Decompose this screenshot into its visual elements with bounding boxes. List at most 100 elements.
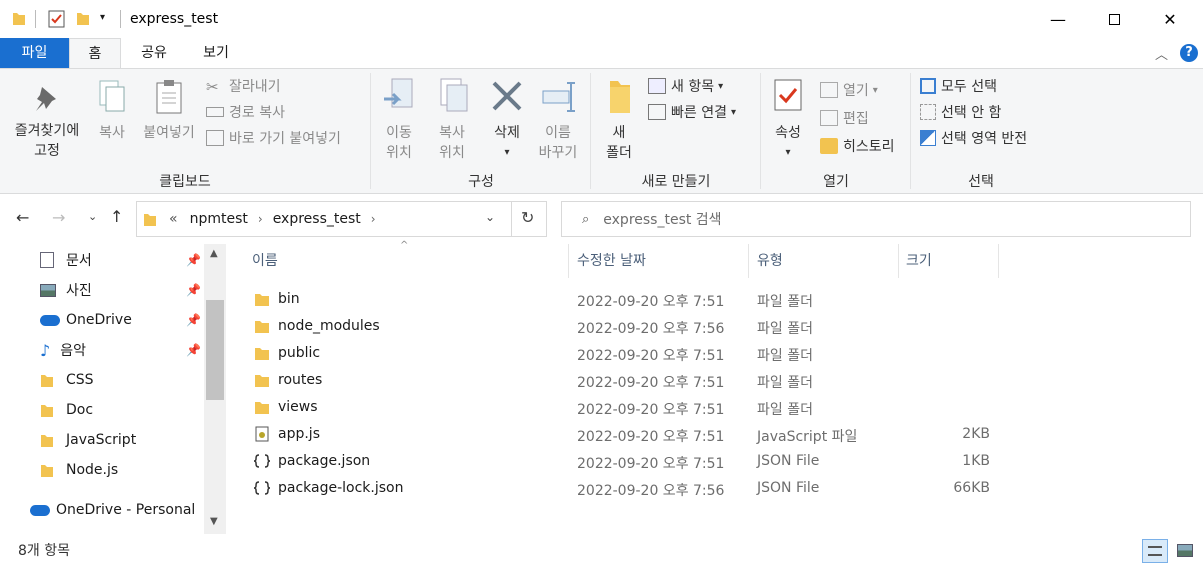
copy-button[interactable]: 복사: [92, 79, 132, 143]
forward-arrow-icon[interactable]: →: [52, 208, 65, 227]
edit-label: 편집: [843, 111, 869, 127]
pin-to-quick-access-button[interactable]: 즐겨찾기에 고정: [4, 83, 90, 161]
breadcrumb-npmtest[interactable]: npmtest: [190, 211, 248, 227]
folder-icon: [41, 375, 53, 387]
paste-button[interactable]: 붙여넣기: [138, 79, 200, 143]
easy-access-button[interactable]: 빠른 연결 ▾: [648, 101, 736, 123]
chevron-up-icon[interactable]: ︿: [1155, 44, 1168, 63]
file-row-node-modules[interactable]: node_modules 2022-09-20 오후 7:56 파일 폴더: [248, 313, 998, 340]
search-input[interactable]: express_test 검색: [603, 209, 721, 229]
file-row-bin[interactable]: bin 2022-09-20 오후 7:51 파일 폴더: [248, 286, 998, 313]
column-divider[interactable]: [898, 244, 899, 278]
column-divider[interactable]: [748, 244, 749, 278]
sidebar-item-music[interactable]: ♪ 음악: [40, 336, 86, 364]
chevron-right-icon[interactable]: ›: [371, 212, 376, 226]
delete-x-icon: [492, 81, 522, 111]
file-size: 66KB: [953, 480, 990, 496]
chevron-right-icon[interactable]: ›: [258, 212, 263, 226]
minimize-button[interactable]: —: [1030, 0, 1086, 38]
pin-icon[interactable]: 📌: [186, 253, 201, 267]
sidebar-item-onedrive[interactable]: OneDrive: [40, 306, 132, 334]
sidebar-item-label: OneDrive: [66, 312, 132, 328]
help-icon[interactable]: ?: [1180, 44, 1198, 62]
file-row-views[interactable]: views 2022-09-20 오후 7:51 파일 폴더: [248, 394, 998, 421]
pin-icon[interactable]: 📌: [186, 343, 201, 357]
refresh-icon[interactable]: ↻: [521, 208, 534, 227]
copy-path-button[interactable]: 경로 복사: [206, 101, 285, 123]
address-dropdown-icon[interactable]: ⌄: [485, 210, 495, 224]
sidebar-scrollbar[interactable]: ▲ ▼: [204, 244, 226, 534]
column-divider[interactable]: [568, 244, 569, 278]
file-size: 2KB: [962, 426, 990, 442]
address-bar[interactable]: « npmtest › express_test › ⌄ ↻: [136, 201, 547, 237]
details-view-button[interactable]: [1142, 539, 1168, 563]
new-folder-quick-icon[interactable]: [76, 10, 90, 26]
rename-button[interactable]: 이름 바꾸기: [532, 77, 584, 163]
search-box[interactable]: ⌕ express_test 검색: [561, 201, 1191, 237]
pin-icon[interactable]: 📌: [186, 313, 201, 327]
sidebar-item-nodejs[interactable]: Node.js: [40, 456, 118, 484]
column-header-date[interactable]: 수정한 날짜: [577, 250, 646, 270]
pin-icon[interactable]: 📌: [186, 283, 201, 297]
file-row-package-lock-json[interactable]: package-lock.json 2022-09-20 오후 7:56 JSO…: [248, 475, 998, 502]
new-item-button[interactable]: 새 항목 ▾: [648, 75, 723, 97]
tab-share[interactable]: 공유: [124, 38, 184, 68]
back-arrow-icon[interactable]: ←: [16, 208, 29, 227]
sidebar-item-doc[interactable]: Doc: [40, 396, 93, 424]
scroll-up-icon[interactable]: ▲: [210, 248, 218, 259]
ribbon-separator: [760, 73, 761, 189]
invert-selection-button[interactable]: 선택 영역 반전: [920, 127, 1027, 149]
properties-button[interactable]: 속성 ▾: [766, 77, 810, 163]
file-type: JSON File: [757, 480, 820, 496]
sidebar-item-pictures[interactable]: 사진: [40, 276, 92, 304]
breadcrumb-express-test[interactable]: express_test: [273, 211, 361, 227]
group-label-new: 새로 만들기: [641, 174, 711, 190]
sidebar-item-documents[interactable]: 문서: [40, 246, 92, 274]
sidebar-item-css[interactable]: CSS: [40, 366, 94, 394]
group-label-select: 선택: [968, 174, 994, 190]
select-none-icon: [920, 104, 936, 120]
file-date: 2022-09-20 오후 7:51: [577, 402, 725, 418]
column-divider[interactable]: [998, 244, 999, 278]
column-header-type[interactable]: 유형: [757, 250, 783, 270]
column-header-size[interactable]: 크기: [906, 250, 932, 270]
file-row-app-js[interactable]: app.js 2022-09-20 오후 7:51 JavaScript 파일 …: [248, 421, 998, 448]
file-row-package-json[interactable]: package.json 2022-09-20 오후 7:51 JSON Fil…: [248, 448, 998, 475]
paste-label: 붙여넣기: [143, 125, 195, 141]
up-arrow-icon[interactable]: ↑: [110, 207, 123, 226]
recent-locations-chevron-icon[interactable]: ⌄: [88, 210, 97, 223]
breadcrumb-overflow[interactable]: «: [169, 211, 178, 227]
new-folder-button[interactable]: 새 폴더: [596, 77, 642, 163]
select-all-button[interactable]: 모두 선택: [920, 75, 997, 97]
divider: [511, 202, 512, 236]
sidebar-item-javascript[interactable]: JavaScript: [40, 426, 136, 454]
copy-to-button[interactable]: 복사 위치: [428, 77, 476, 163]
select-none-button[interactable]: 선택 안 함: [920, 101, 1001, 123]
file-row-public[interactable]: public 2022-09-20 오후 7:51 파일 폴더: [248, 340, 998, 367]
file-row-routes[interactable]: routes 2022-09-20 오후 7:51 파일 폴더: [248, 367, 998, 394]
move-to-button[interactable]: 이동 위치: [376, 77, 422, 163]
history-button[interactable]: 히스토리: [820, 135, 895, 157]
properties-quick-icon[interactable]: [48, 10, 66, 28]
file-type: 파일 폴더: [757, 321, 813, 337]
paste-shortcut-button[interactable]: 바로 가기 붙여넣기: [206, 127, 341, 149]
edit-button[interactable]: 편집: [820, 107, 869, 129]
scroll-down-icon[interactable]: ▼: [210, 516, 218, 527]
tab-home[interactable]: 홈: [69, 38, 121, 69]
column-header-name[interactable]: 이름: [252, 250, 278, 270]
delete-button[interactable]: 삭제 ▾: [484, 77, 530, 163]
scrollbar-thumb[interactable]: [206, 300, 224, 400]
open-icon: [820, 82, 838, 98]
chevron-down-icon[interactable]: ▾: [100, 12, 105, 23]
minimize-icon: —: [1050, 9, 1066, 29]
javascript-file-icon: [255, 426, 269, 442]
close-button[interactable]: ✕: [1142, 0, 1198, 38]
folder-icon: [255, 321, 269, 333]
cut-button[interactable]: ✂ 잘라내기: [206, 75, 281, 97]
tab-view[interactable]: 보기: [186, 38, 246, 68]
maximize-button[interactable]: [1086, 0, 1142, 38]
tab-file[interactable]: 파일: [0, 38, 69, 68]
open-button[interactable]: 열기 ▾: [820, 79, 878, 101]
sidebar-item-onedrive-personal[interactable]: OneDrive - Personal: [30, 496, 195, 524]
large-icons-view-button[interactable]: [1172, 539, 1198, 563]
